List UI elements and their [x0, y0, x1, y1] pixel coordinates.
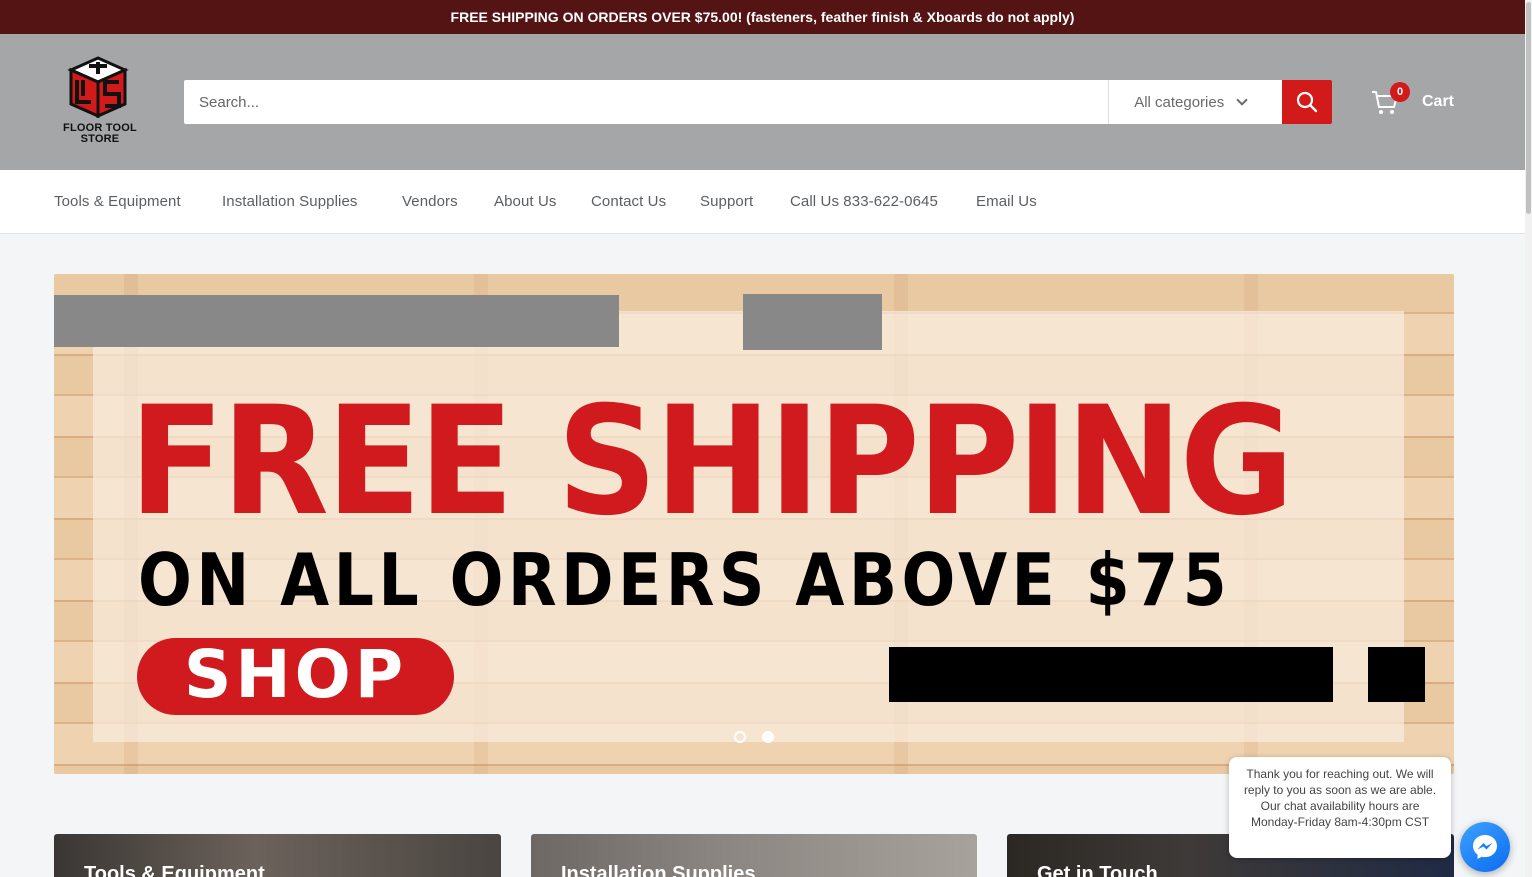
- scrollbar[interactable]: [1525, 0, 1532, 877]
- messenger-icon: [1473, 835, 1497, 859]
- chevron-down-icon: [1236, 94, 1248, 106]
- site-header: FLOOR TOOL STORE All categories 0 Cart: [0, 34, 1525, 170]
- logo-mark-icon: [67, 56, 129, 118]
- nav-tools-equipment[interactable]: Tools & Equipment: [54, 193, 181, 210]
- search-icon: [1296, 91, 1318, 113]
- card-title: Tools & Equipment: [84, 863, 265, 877]
- chat-message-line1: Thank you for reaching out. We will repl…: [1243, 767, 1437, 797]
- nav-support[interactable]: Support: [700, 193, 753, 210]
- nav-vendors[interactable]: Vendors: [402, 193, 458, 210]
- logo-text-line2: STORE: [80, 133, 120, 145]
- announcement-bar: FREE SHIPPING ON ORDERS OVER $75.00! (fa…: [0, 0, 1525, 34]
- shop-button[interactable]: SHOP: [137, 636, 454, 715]
- slider-dots: [734, 731, 774, 743]
- nav-email-us[interactable]: Email Us: [976, 193, 1037, 210]
- nav-call-us[interactable]: Call Us 833-622-0645: [790, 193, 938, 210]
- redacted-block: [889, 647, 1333, 702]
- scrollbar-thumb[interactable]: [1526, 2, 1531, 214]
- messenger-button[interactable]: [1460, 822, 1510, 872]
- cart-link[interactable]: 0 Cart: [1370, 82, 1455, 120]
- card-tools-equipment[interactable]: Tools & Equipment: [54, 834, 501, 877]
- category-select-label: All categories: [1134, 93, 1225, 111]
- slider-dot-1[interactable]: [734, 731, 746, 743]
- search-bar: All categories: [184, 80, 1332, 124]
- announcement-text: FREE SHIPPING ON ORDERS OVER $75.00! (fa…: [450, 9, 1075, 25]
- banner-headline: FREE SHIPPING: [129, 375, 1294, 549]
- search-input[interactable]: [184, 80, 1109, 124]
- card-title: Installation Supplies: [561, 863, 756, 877]
- slider-dot-2[interactable]: [762, 731, 774, 743]
- redacted-block: [743, 294, 882, 350]
- logo-text: FLOOR TOOL STORE: [54, 123, 146, 145]
- cart-label: Cart: [1422, 93, 1455, 110]
- card-installation-supplies[interactable]: Installation Supplies: [531, 834, 977, 877]
- redacted-block: [1368, 647, 1425, 702]
- nav-contact-us[interactable]: Contact Us: [591, 193, 666, 210]
- main-nav: Tools & Equipment Installation Supplies …: [0, 170, 1525, 234]
- search-button[interactable]: [1282, 80, 1332, 124]
- category-select[interactable]: All categories: [1108, 80, 1283, 124]
- cart-count-badge: 0: [1390, 82, 1410, 102]
- banner-subline: ON ALL ORDERS ABOVE $75: [138, 538, 1232, 622]
- chat-popup[interactable]: Thank you for reaching out. We will repl…: [1229, 757, 1451, 858]
- cart-icon-wrap: 0: [1370, 82, 1410, 117]
- chat-message-line2: Our chat availability hours are Monday-F…: [1250, 799, 1430, 829]
- nav-installation-supplies[interactable]: Installation Supplies: [222, 193, 358, 210]
- store-logo[interactable]: FLOOR TOOL STORE: [54, 56, 146, 152]
- redacted-block: [54, 295, 619, 347]
- nav-about-us[interactable]: About Us: [494, 193, 557, 210]
- hero-banner[interactable]: FREE SHIPPING ON ALL ORDERS ABOVE $75 SH…: [54, 274, 1454, 774]
- card-title: Get in Touch: [1037, 863, 1158, 877]
